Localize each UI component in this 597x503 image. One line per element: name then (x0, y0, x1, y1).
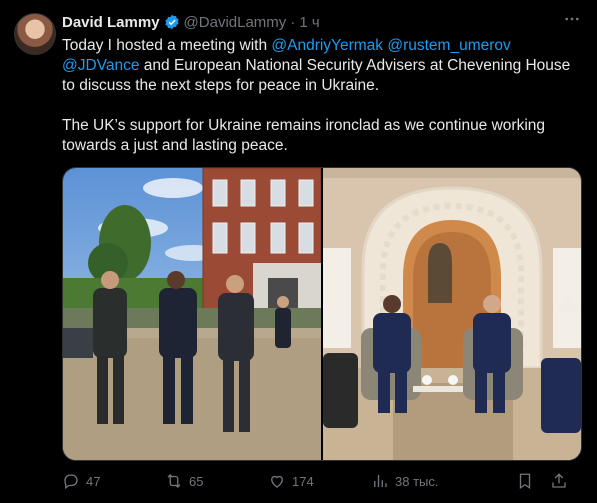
tweet-paragraph-1: Today I hosted a meeting with @AndriyYer… (62, 36, 582, 96)
repost-button[interactable]: 65 (165, 472, 268, 490)
reply-button[interactable]: 47 (62, 472, 165, 490)
like-icon (271, 475, 283, 488)
share-button[interactable] (550, 472, 574, 490)
views-button[interactable]: 38 тыс. (371, 472, 516, 490)
tweet-timestamp[interactable]: 1 ч (299, 14, 319, 31)
header-separator: · (290, 13, 296, 31)
view-count: 38 тыс. (395, 473, 439, 489)
reply-count: 47 (86, 473, 101, 489)
repost-icon (167, 474, 181, 488)
more-icon[interactable] (563, 10, 581, 33)
verified-badge-icon (164, 14, 180, 30)
mention-link[interactable]: @JDVance (62, 57, 139, 74)
bookmark-button[interactable] (516, 472, 550, 490)
views-icon (374, 475, 387, 487)
tweet-header: David Lammy @DavidLammy · 1 ч (62, 12, 320, 32)
repost-count: 65 (189, 473, 204, 489)
tweet-paragraph-2: The UK’s support for Ukraine remains iro… (62, 117, 546, 154)
tweet-text-intro: Today I hosted a meeting with (62, 37, 272, 54)
tweet-text: Today I hosted a meeting with @AndriyYer… (62, 36, 582, 176)
share-icon (552, 473, 566, 488)
author-name[interactable]: David Lammy (62, 14, 160, 31)
author-handle[interactable]: @DavidLammy (184, 14, 287, 31)
mention-link[interactable]: @rustem_umerov (387, 37, 510, 54)
tweet-actions: 47 65 174 38 тыс. (62, 468, 584, 494)
photo-indoor-meeting[interactable] (323, 168, 581, 460)
mention-link[interactable]: @AndriyYermak (271, 37, 383, 54)
author-avatar[interactable] (14, 13, 56, 55)
like-count: 174 (292, 473, 314, 489)
photo-outdoor-walk[interactable] (63, 168, 321, 460)
tweet-text-rest: and European National Security Advisers … (62, 57, 571, 94)
bookmark-icon (519, 473, 531, 490)
tweet-media (62, 167, 582, 461)
reply-icon (64, 474, 78, 490)
like-button[interactable]: 174 (268, 472, 371, 490)
